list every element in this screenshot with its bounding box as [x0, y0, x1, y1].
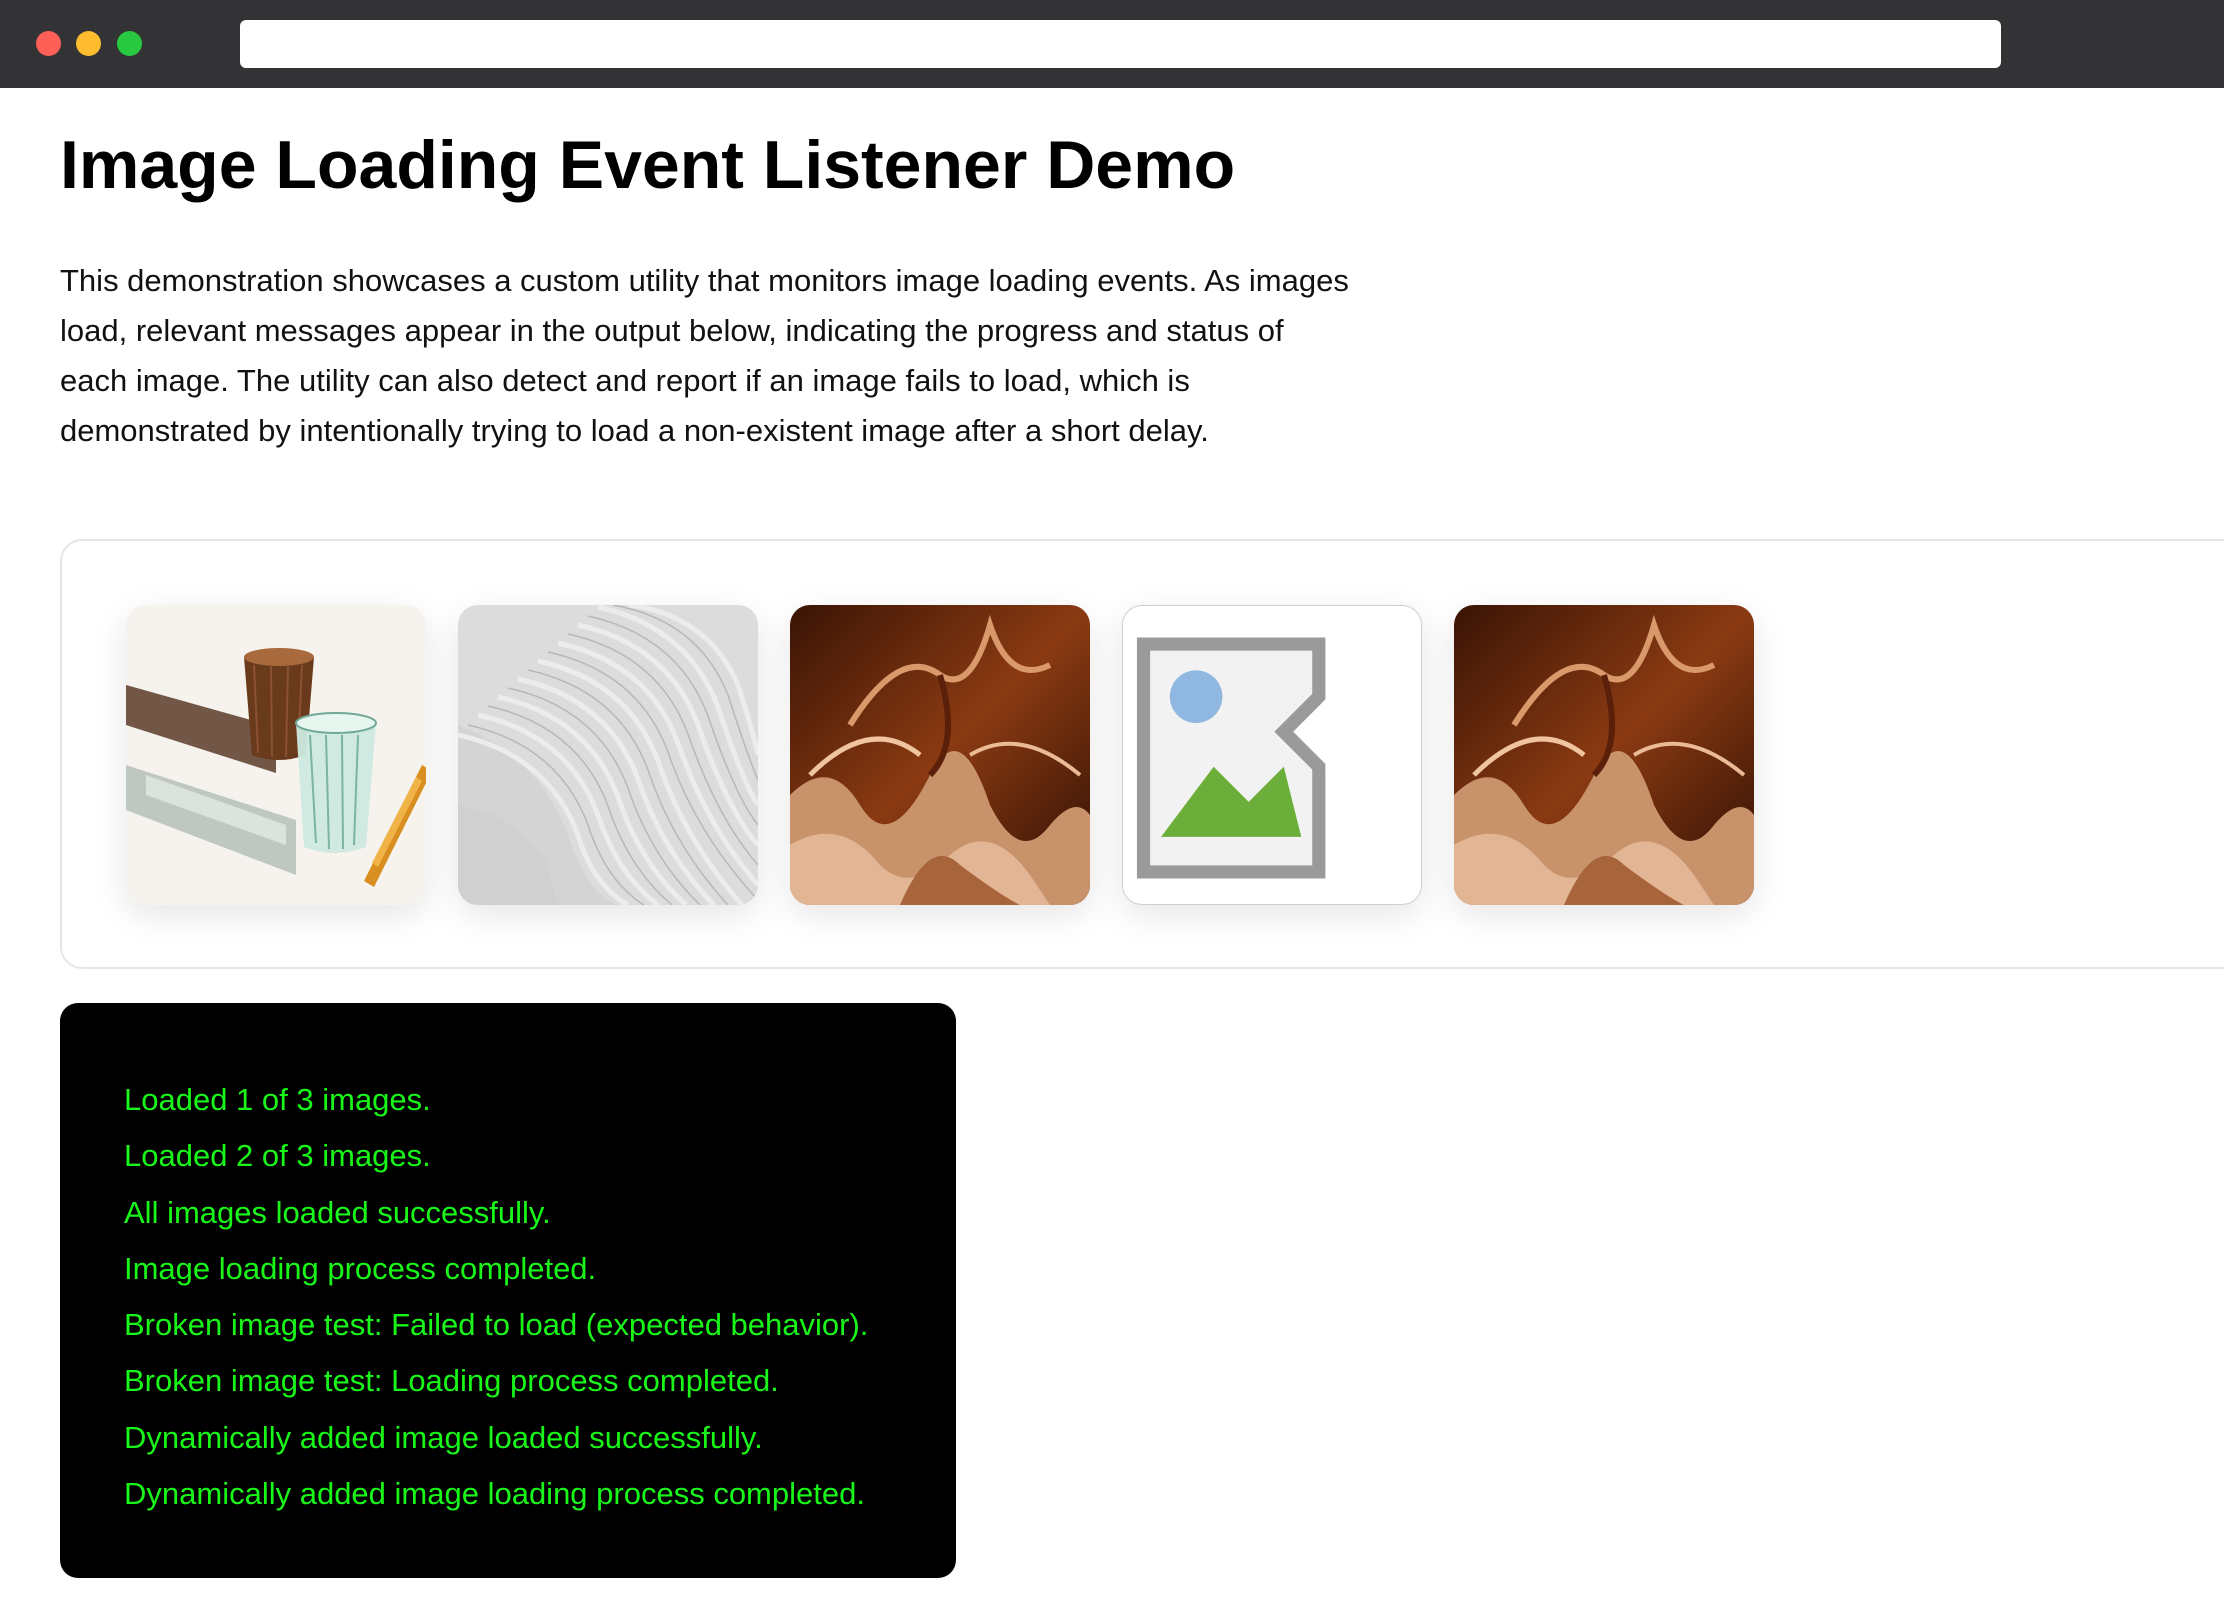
address-bar[interactable]: [240, 20, 2001, 68]
gallery-image-brown-silk-dynamic: [1454, 605, 1754, 905]
page-title: Image Loading Event Listener Demo: [60, 127, 1236, 203]
gallery-image-brown-silk: [790, 605, 1090, 905]
log-line: All images loaded successfully.: [124, 1194, 551, 1230]
log-line: Broken image test: Failed to load (expec…: [124, 1307, 869, 1343]
gallery-image-white-waves: [458, 605, 758, 905]
page-description: This demonstration showcases a custom ut…: [60, 263, 1349, 448]
broken-image-icon: [1136, 637, 1326, 879]
close-window-button[interactable]: [36, 31, 61, 56]
browser-toolbar: [0, 0, 2224, 88]
log-line: Image loading process completed.: [124, 1250, 597, 1286]
minimize-window-button[interactable]: [76, 31, 101, 56]
maximize-window-button[interactable]: [117, 31, 142, 56]
image-gallery: [60, 539, 2224, 969]
log-line: Dynamically added image loading process …: [124, 1476, 865, 1512]
log-line: Broken image test: Loading process compl…: [124, 1363, 779, 1399]
log-line: Loaded 1 of 3 images.: [124, 1082, 431, 1117]
gallery-image-glasses: [126, 605, 426, 905]
log-line: Loaded 2 of 3 images.: [124, 1138, 431, 1174]
log-line: Dynamically added image loaded successfu…: [124, 1419, 763, 1455]
output-console: Loaded 1 of 3 images. Loaded 2 of 3 imag…: [60, 1003, 956, 1578]
gallery-image-broken: [1122, 605, 1422, 905]
